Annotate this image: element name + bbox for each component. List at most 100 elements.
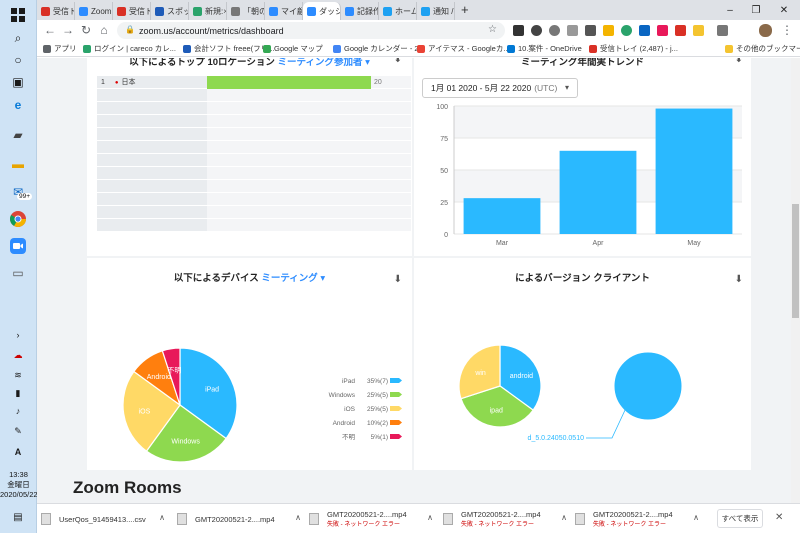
reload-icon[interactable]: ↻ bbox=[79, 23, 93, 37]
meeting-dropdown[interactable]: ミーティング ▾ bbox=[261, 273, 325, 284]
volume-icon[interactable]: ♪ bbox=[9, 402, 27, 420]
chevron-up-icon[interactable]: ∧ bbox=[295, 513, 301, 522]
onedrive-icon[interactable]: ☁ bbox=[9, 346, 27, 364]
bookmark-item[interactable]: アイテマス - Googleカ... bbox=[417, 43, 510, 54]
address-bar[interactable]: 🔒 zoom.us/account/metrics/dashboard ☆ bbox=[117, 22, 505, 39]
location-bar-cell bbox=[207, 154, 411, 167]
browser-window: 受信ト×Zoom×受信ト×スポッ×新規:×「朝の×マイ顧×ダッシ×記録作×ホーム… bbox=[37, 0, 800, 533]
browser-tab[interactable]: Zoom× bbox=[75, 2, 113, 20]
evernote-icon[interactable] bbox=[621, 25, 632, 36]
edge-icon[interactable]: e bbox=[9, 96, 27, 114]
wifi-icon[interactable]: ≋ bbox=[9, 366, 27, 384]
downloads-shelf: UserQos_91459413....csv ∧ GMT20200521-2...… bbox=[37, 503, 800, 533]
browser-tab[interactable]: スポッ× bbox=[151, 2, 189, 20]
maximize-icon[interactable]: ❐ bbox=[743, 0, 769, 20]
bar[interactable] bbox=[559, 150, 637, 234]
browser-tab[interactable]: ホーム× bbox=[379, 2, 417, 20]
bar[interactable] bbox=[655, 108, 733, 234]
date-range-text: 1月 01 2020 - 5月 22 2020 bbox=[431, 83, 532, 93]
download-item[interactable]: GMT20200521-2....mp4 ∧ bbox=[177, 509, 305, 529]
extension-icon[interactable] bbox=[603, 25, 614, 36]
bookmark-item[interactable]: Google カレンダー - 2... bbox=[333, 43, 425, 54]
date-range-select[interactable]: 1月 01 2020 - 5月 22 2020 (UTC) ▾ bbox=[422, 78, 578, 98]
extension-icon[interactable] bbox=[531, 25, 542, 36]
chevron-up-icon[interactable]: ∧ bbox=[693, 513, 699, 522]
browser-tab[interactable]: 通知 /× bbox=[417, 2, 455, 20]
home-icon[interactable]: ⌂ bbox=[97, 23, 111, 37]
bookmark-item[interactable]: 受信トレイ (2,487) - j... bbox=[589, 43, 678, 54]
bookmark-item[interactable]: その他のブックマーク bbox=[725, 43, 800, 54]
extension-icon[interactable] bbox=[549, 25, 560, 36]
scrollbar-thumb[interactable] bbox=[792, 204, 799, 318]
show-all-button[interactable]: すべて表示 bbox=[717, 509, 763, 528]
clock-time[interactable]: 13:38 bbox=[0, 470, 37, 480]
search-icon[interactable]: ⌕ bbox=[9, 29, 27, 47]
menu-icon[interactable]: ⋮ bbox=[780, 23, 794, 37]
participants-dropdown[interactable]: ミーティング参加者 ▾ bbox=[278, 58, 370, 68]
download-item[interactable]: GMT20200521-2....mp4 失敗 - ネットワーク エラー ∧ bbox=[443, 509, 571, 529]
browser-tab[interactable]: マイ顧× bbox=[265, 2, 303, 20]
bar[interactable] bbox=[463, 198, 541, 234]
bookmark-item[interactable]: ログイン | careco カレ... bbox=[83, 43, 176, 54]
extension-icon[interactable] bbox=[675, 25, 686, 36]
minimize-icon[interactable]: – bbox=[717, 0, 743, 20]
bookmark-item[interactable]: Google マップ bbox=[263, 43, 323, 54]
page-scrollbar[interactable] bbox=[791, 58, 800, 503]
pie-slice[interactable] bbox=[613, 351, 683, 421]
chevron-up-icon[interactable]: ∧ bbox=[159, 513, 165, 522]
download-item[interactable]: GMT20200521-2....mp4 失敗 - ネットワーク エラー ∧ bbox=[309, 509, 437, 529]
ime-icon[interactable]: A bbox=[9, 443, 27, 461]
download-text: UserQos_91459413....csv bbox=[59, 515, 146, 524]
desktop-icon[interactable]: ▭ bbox=[9, 264, 27, 282]
battery-icon[interactable]: ▮ bbox=[9, 384, 27, 402]
cortana-icon[interactable]: ○ bbox=[9, 51, 27, 69]
chevron-up-icon[interactable]: ∧ bbox=[427, 513, 433, 522]
store-icon[interactable]: ▰ bbox=[9, 126, 27, 144]
browser-tab[interactable]: 記録作× bbox=[341, 2, 379, 20]
browser-tab[interactable]: 新規:× bbox=[189, 2, 227, 20]
chrome-icon[interactable] bbox=[9, 210, 27, 228]
tab-label: マイ顧 bbox=[281, 6, 303, 16]
extension-icon[interactable] bbox=[513, 25, 524, 36]
forward-icon[interactable]: → bbox=[61, 23, 75, 37]
task-view-icon[interactable]: ▣ bbox=[9, 73, 27, 91]
location-name-cell bbox=[97, 193, 207, 206]
bookmark-item[interactable]: 会計ソフト freee(フリ... bbox=[183, 43, 274, 54]
download-icon[interactable]: ⬇ bbox=[394, 58, 402, 65]
browser-tab[interactable]: 受信ト× bbox=[37, 2, 75, 20]
zoom-app-icon[interactable] bbox=[9, 237, 27, 255]
browser-tab[interactable]: 受信ト× bbox=[113, 2, 151, 20]
download-icon[interactable]: ⬇ bbox=[735, 274, 743, 285]
bookmark-item[interactable]: アプリ bbox=[43, 43, 77, 54]
extension-icon[interactable] bbox=[657, 25, 668, 36]
cast-icon[interactable] bbox=[717, 25, 728, 36]
download-icon[interactable]: ⬇ bbox=[735, 58, 743, 65]
extension-icon[interactable] bbox=[693, 25, 704, 36]
close-icon[interactable]: ✕ bbox=[775, 512, 783, 523]
y-tick-label: 0 bbox=[444, 232, 448, 239]
download-icon[interactable]: ⬇ bbox=[394, 274, 402, 285]
tab-close-icon[interactable]: × bbox=[453, 7, 454, 16]
download-item[interactable]: UserQos_91459413....csv ∧ bbox=[41, 509, 169, 529]
avatar[interactable] bbox=[759, 24, 772, 37]
pen-icon[interactable]: ✎ bbox=[9, 422, 27, 440]
tab-favicon-icon bbox=[41, 6, 50, 16]
chevron-up-icon[interactable]: ∧ bbox=[561, 513, 567, 522]
notification-icon[interactable]: ▤ bbox=[9, 508, 27, 526]
download-item[interactable]: GMT20200521-2....mp4 失敗 - ネットワーク エラー ∧ bbox=[575, 509, 703, 529]
location-name-cell bbox=[97, 128, 207, 141]
extension-icon[interactable] bbox=[639, 25, 650, 36]
extension-icon[interactable] bbox=[567, 25, 578, 36]
windows-start-icon[interactable] bbox=[9, 6, 27, 24]
bookmark-item[interactable]: 10.案件 - OneDrive bbox=[507, 43, 582, 54]
browser-tab[interactable]: 「朝の× bbox=[227, 2, 265, 20]
close-window-icon[interactable]: ✕ bbox=[771, 0, 797, 20]
bookmark-star-icon[interactable]: ☆ bbox=[488, 24, 497, 35]
back-icon[interactable]: ← bbox=[43, 23, 57, 37]
file-explorer-icon[interactable]: ▬ bbox=[9, 155, 27, 173]
extension-icon[interactable] bbox=[585, 25, 596, 36]
new-tab-icon[interactable]: + bbox=[461, 2, 469, 17]
tab-label: 通知 / bbox=[433, 6, 454, 16]
chevron-right-icon[interactable]: › bbox=[9, 326, 27, 344]
browser-tab[interactable]: ダッシ× bbox=[303, 2, 341, 20]
